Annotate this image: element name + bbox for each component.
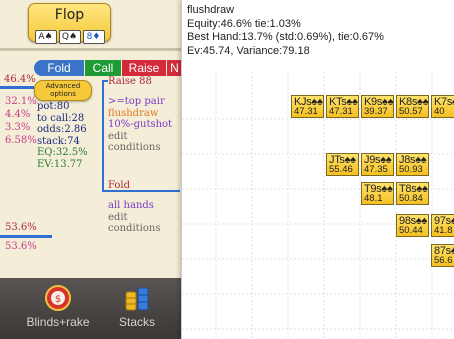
range-pct-top: 46.4% [4, 74, 36, 85]
hand-cell-jts[interactable]: JTs♠♠ 55.46 [326, 153, 359, 176]
hand-value: 48.1 [364, 193, 383, 204]
popup-header: flushdraw Equity:46.6% tie:1.03% Best Ha… [187, 4, 384, 58]
fold-action-button[interactable]: Fold [34, 60, 84, 76]
edit-conditions-link[interactable]: edit conditions [108, 212, 182, 235]
tab-label: Stacks [118, 315, 155, 329]
pot-value: pot:80 [37, 101, 70, 112]
hand-cell-k8s[interactable]: K8s♠♠ 50.57 [396, 95, 429, 118]
condition-flushdraw: flushdraw [108, 107, 159, 119]
odds-value: odds:2.86 [37, 124, 87, 135]
divider [0, 48, 182, 51]
range-pct-2: 4.4% [5, 109, 31, 120]
condition-all-hands: all hands [108, 200, 154, 211]
range-pct-3: 3.3% [5, 122, 31, 133]
bottom-tab-bar: $ Blinds+rake Stacks [0, 278, 182, 339]
hand-cell-87s[interactable]: 87s♠♠56.6 [431, 244, 454, 267]
ev-value: EV:13.77 [37, 158, 83, 170]
equity-value: EQ:32.5% [37, 147, 88, 158]
hand-cell-kts[interactable]: KTs♠♠ 47.31 [326, 95, 359, 118]
raise-action-button[interactable]: Raise [122, 60, 166, 76]
poker-chip-icon: $ [45, 285, 71, 311]
pot-info: pot:80 to call:28 odds:2.86 stack:74 EQ:… [37, 101, 88, 170]
condition-top-pair: >=top pair [108, 96, 165, 107]
hand-value: 40 [434, 106, 445, 117]
chip-stacks-icon [125, 287, 149, 311]
popup-title: flushdraw [187, 4, 235, 16]
raise-conditions[interactable]: >=top pair flushdraw 10%-gutshot edit co… [108, 96, 182, 154]
hand-value: 47.31 [294, 106, 318, 117]
hand-value: 56.6 [434, 255, 453, 266]
hand-value: 50.93 [399, 164, 423, 175]
spade-icon: ♠ [44, 32, 53, 42]
popup-ev: Ev:45.74, Variance:79.18 [187, 44, 310, 57]
hand-cell-j9s[interactable]: J9s♠♠ 47.35 [361, 153, 394, 176]
hand-value: 41.8 [434, 225, 453, 236]
tab-label: Blinds+rake [26, 315, 90, 329]
board-card-1: A♠ [34, 30, 57, 44]
hand-value: 47.35 [364, 164, 388, 175]
range-pct-4: 6.58% [5, 135, 37, 146]
hand-cell-k7s[interactable]: K7s♠♠40 [431, 95, 454, 118]
hand-value: 50.44 [399, 225, 423, 236]
street-title: Flop [54, 7, 85, 23]
hand-matrix: KJs♠♠ 47.31 KTs♠♠ 47.31 K9s♠♠ 39.37 K8s♠♠ 50.57… [182, 72, 454, 339]
hand-cell-kjs[interactable]: KJs♠♠ 47.31 [291, 95, 324, 118]
hand-value: 47.31 [329, 106, 353, 117]
to-call-value: to call:28 [37, 112, 85, 124]
spade-icon: ♠ [69, 32, 78, 42]
hand-cell-j8s[interactable]: J8s♠♠ 50.93 [396, 153, 429, 176]
hand-range-popup: flushdraw Equity:46.6% tie:1.03% Best Ha… [181, 0, 454, 339]
board-card-2: Q♠ [58, 30, 81, 44]
hand-value: 39.37 [364, 106, 388, 117]
tree-line [102, 80, 104, 190]
popup-equity: Equity:46.6% tie:1.03% [187, 17, 301, 30]
diamond-icon: ♦ [92, 32, 101, 42]
fold-node[interactable]: Fold [108, 180, 130, 192]
call-action-button[interactable]: Call [85, 60, 121, 76]
hand-cell-98s[interactable]: 98s♠♠ 50.44 [396, 214, 429, 237]
range-bar [0, 235, 52, 238]
board-cards: A♠ Q♠ 8♦ [29, 24, 110, 44]
hand-cell-t9s[interactable]: T9s♠♠ 48.1 [361, 182, 394, 205]
hand-cell-t8s[interactable]: T8s♠♠ 50.84 [396, 182, 429, 205]
hand-cell-k9s[interactable]: K9s♠♠ 39.37 [361, 95, 394, 118]
street-selector[interactable]: Flop A♠ Q♠ 8♦ [28, 3, 111, 44]
popup-best-hand: Best Hand:13.7% (std:0.69%), tie:0.67% [187, 31, 384, 43]
edit-conditions-link[interactable]: edit conditions [108, 131, 182, 154]
hand-value: 50.57 [399, 106, 423, 117]
board-card-3: 8♦ [82, 30, 105, 44]
more-action-button[interactable]: N [167, 60, 182, 76]
range-pct-bottom-2: 53.6% [5, 241, 37, 252]
range-pct-bottom-1: 53.6% [5, 222, 37, 233]
condition-gutshot: 10%-gutshot [108, 119, 173, 130]
stack-value: stack:74 [37, 135, 80, 147]
strategy-panel: Flop A♠ Q♠ 8♦ 46.4% Fold Call Raise N 32.1… [0, 0, 182, 339]
fold-conditions[interactable]: all hands edit conditions [108, 200, 182, 235]
raise-node[interactable]: Raise 88 [108, 76, 152, 88]
range-bar [0, 86, 34, 89]
hand-cell-97s[interactable]: 97s♠♠41.8 [431, 214, 454, 237]
tab-stacks[interactable]: Stacks [97, 278, 177, 339]
tab-blinds-rake[interactable]: $ Blinds+rake [18, 278, 98, 339]
advanced-options-button[interactable]: Advanced options [34, 80, 92, 101]
hand-value: 55.46 [329, 164, 353, 175]
range-pct-1: 32.1% [5, 96, 37, 107]
svg-text:$: $ [55, 294, 61, 305]
hand-value: 50.84 [399, 193, 423, 204]
